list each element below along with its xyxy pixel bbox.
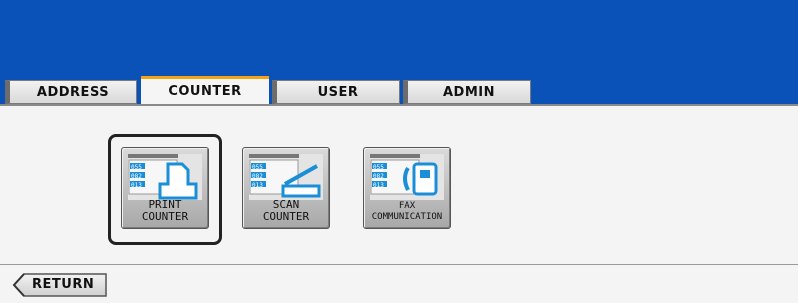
- fax-icon: 055 082 013: [370, 154, 444, 200]
- tab-label: ADDRESS: [36, 84, 110, 100]
- icon-number: 082: [131, 173, 142, 180]
- fax-communication-button[interactable]: 055 082 013 FAX COMMUNICATION: [363, 147, 451, 229]
- header-banner: [0, 0, 798, 80]
- print-counter-button[interactable]: 055 082 013 PRINT COUNTER: [121, 147, 209, 229]
- icon-number: 055: [252, 164, 263, 171]
- divider: [0, 264, 798, 265]
- return-button[interactable]: RETURN: [12, 273, 108, 297]
- icon-number: 082: [373, 173, 384, 180]
- icon-number: 013: [373, 182, 384, 189]
- tab-admin[interactable]: ADMIN: [403, 80, 531, 104]
- icon-number: 055: [373, 164, 384, 171]
- tab-label: ADMIN: [442, 84, 495, 100]
- tab-counter[interactable]: COUNTER: [141, 76, 269, 104]
- button-label: PRINT COUNTER: [141, 198, 189, 223]
- printer-icon: 055 082 013: [128, 154, 202, 200]
- icon-number: 013: [131, 182, 142, 189]
- button-label: SCAN COUNTER: [262, 198, 310, 223]
- scanner-icon: 055 082 013: [249, 154, 323, 200]
- icon-number: 082: [252, 173, 263, 180]
- button-label: FAX COMMUNICATION: [371, 201, 443, 222]
- scan-counter-button[interactable]: 055 082 013 SCAN COUNTER: [242, 147, 330, 229]
- tab-address[interactable]: ADDRESS: [5, 80, 137, 104]
- icon-number: 013: [252, 182, 263, 189]
- tab-label: COUNTER: [168, 84, 242, 99]
- tab-user[interactable]: USER: [272, 80, 400, 104]
- tab-label: USER: [317, 84, 359, 100]
- icon-number: 055: [131, 164, 142, 171]
- return-label: RETURN: [32, 277, 95, 292]
- divider: [0, 104, 798, 106]
- tab-bar: ADDRESS COUNTER USER ADMIN: [0, 76, 798, 104]
